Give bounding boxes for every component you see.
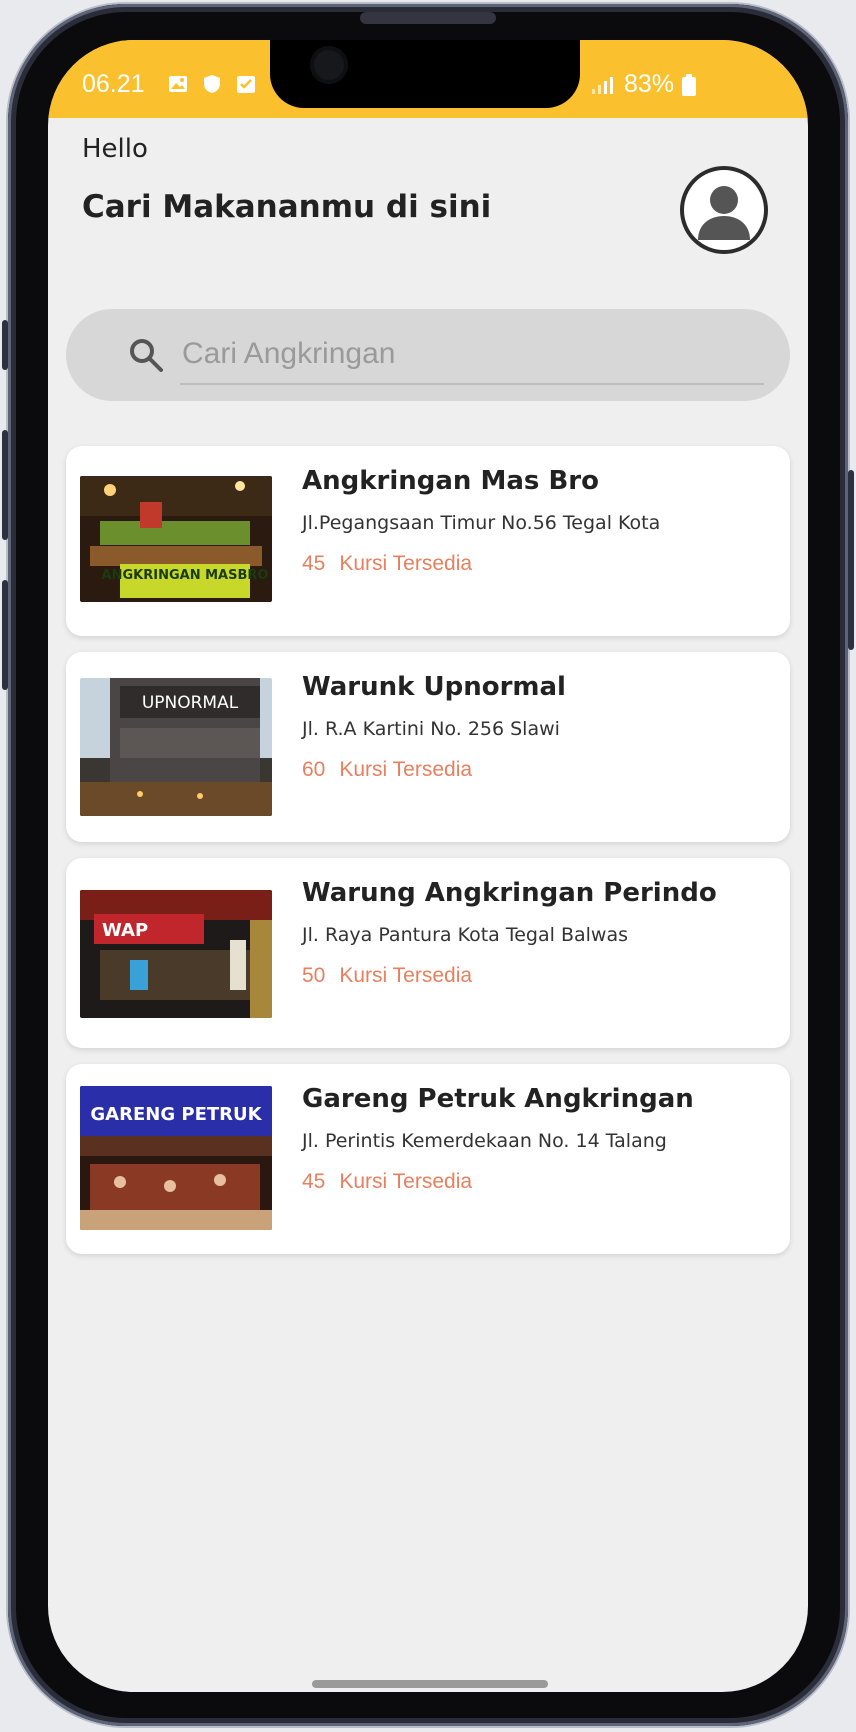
gallery-notification-icon	[169, 76, 187, 92]
search-input[interactable]	[180, 325, 764, 385]
home-indicator[interactable]	[312, 1680, 548, 1688]
volume-down-button	[2, 580, 8, 690]
profile-avatar-button[interactable]	[680, 166, 768, 254]
available-seats: 60 Kursi Tersedia	[302, 758, 472, 782]
image-sign-text: ANGKRINGAN MASBRO	[102, 568, 269, 583]
restaurant-card[interactable]: WAP Warung Angkringan Perindo Jl. Raya P…	[66, 858, 790, 1048]
phone-screen: 06.21 83% Hello Cari Makananmu di sini C…	[48, 40, 808, 1692]
check-notification-icon	[237, 76, 255, 93]
restaurant-image: UPNORMAL	[80, 678, 272, 816]
available-seats: 45 Kursi Tersedia	[302, 1170, 472, 1194]
power-button	[848, 470, 854, 650]
restaurant-name: Warung Angkringan Perindo	[302, 878, 717, 908]
restaurant-card[interactable]: UPNORMAL Warunk Upnormal Jl. R.A Kartini…	[66, 652, 790, 842]
status-time: 06.21	[82, 70, 145, 98]
battery-percent: 83%	[623, 70, 674, 98]
restaurant-image: WAP	[80, 890, 272, 1018]
image-sign-text: WAP	[102, 920, 148, 941]
restaurant-address: Jl. R.A Kartini No. 256 Slawi	[302, 718, 560, 740]
restaurant-address: Jl.Pegangsaan Timur No.56 Tegal Kota	[302, 512, 661, 534]
volume-up-button	[2, 430, 8, 540]
seat-count: 50	[302, 964, 326, 987]
seat-label: Kursi Tersedia	[339, 552, 473, 575]
front-camera	[310, 46, 348, 84]
restaurant-address: Jl. Perintis Kemerdekaan No. 14 Talang	[302, 1130, 667, 1152]
restaurant-card[interactable]: GARENG PETRUK Gareng Petruk Angkringan J…	[66, 1064, 790, 1254]
greeting-text: Hello	[82, 134, 148, 164]
restaurant-image: GARENG PETRUK	[80, 1086, 272, 1230]
signal-icon	[591, 76, 613, 94]
available-seats: 45 Kursi Tersedia	[302, 552, 472, 576]
seat-count: 45	[302, 1170, 326, 1193]
restaurant-image: ANGKRINGAN MASBRO	[80, 476, 272, 602]
seat-label: Kursi Tersedia	[339, 758, 473, 781]
image-sign-text: GARENG PETRUK	[90, 1104, 262, 1125]
camera-notch	[270, 40, 580, 108]
restaurant-card[interactable]: ANGKRINGAN MASBRO Angkringan Mas Bro Jl.…	[66, 446, 790, 636]
seat-label: Kursi Tersedia	[339, 964, 473, 987]
earpiece-speaker	[360, 12, 496, 24]
restaurant-name: Warunk Upnormal	[302, 672, 566, 702]
user-avatar-icon	[698, 186, 750, 240]
seat-count: 45	[302, 552, 326, 575]
seat-count: 60	[302, 758, 326, 781]
restaurant-name: Gareng Petruk Angkringan	[302, 1084, 694, 1114]
seat-label: Kursi Tersedia	[339, 1170, 473, 1193]
side-button	[2, 320, 8, 370]
shield-notification-icon	[204, 75, 220, 93]
image-sign-text: UPNORMAL	[142, 693, 239, 713]
battery-icon	[682, 73, 696, 96]
search-bar[interactable]	[66, 309, 790, 401]
available-seats: 50 Kursi Tersedia	[302, 964, 472, 988]
page-title: Cari Makananmu di sini	[82, 189, 492, 225]
search-icon	[130, 339, 163, 372]
restaurant-name: Angkringan Mas Bro	[302, 466, 599, 496]
restaurant-address: Jl. Raya Pantura Kota Tegal Balwas	[302, 924, 628, 946]
